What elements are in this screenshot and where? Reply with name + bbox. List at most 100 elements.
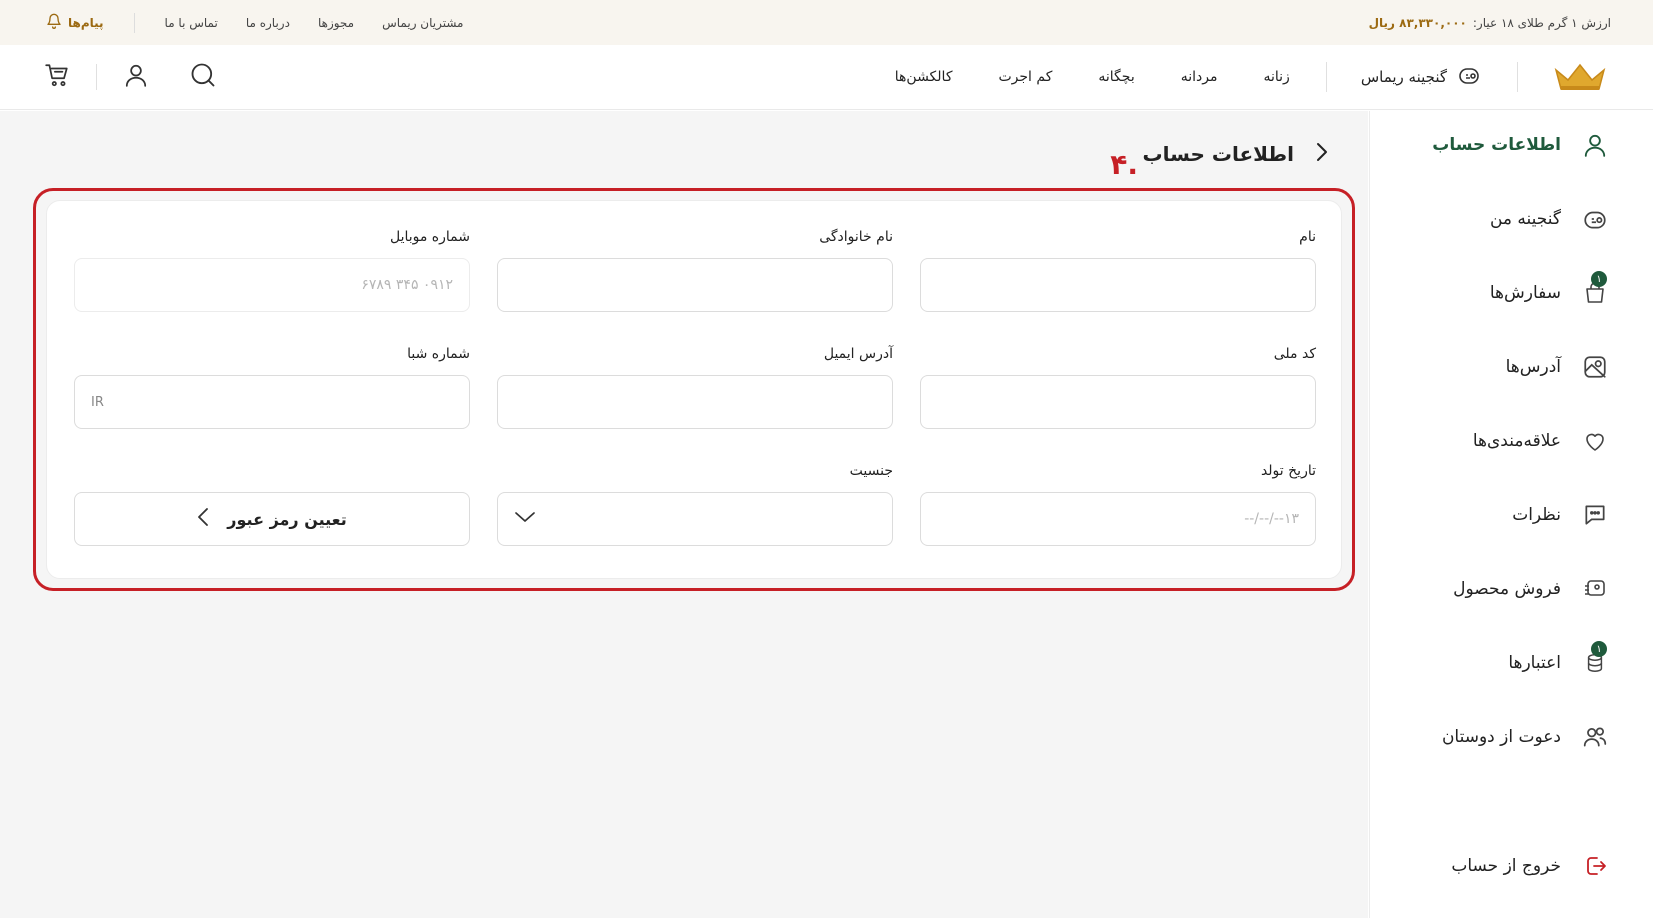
main-nav: زنانه مردانه بچگانه کم اجرت کالکشن‌ها bbox=[895, 69, 1290, 85]
sidebar-item-label: آدرس‌ها bbox=[1505, 357, 1561, 377]
account-form-card: نام نام خانوادگی شماره موبایل ۰۹۱۲ ۳۴۵ ۶… bbox=[46, 200, 1342, 579]
last-name-label: نام خانوادگی bbox=[819, 229, 893, 245]
comment-icon bbox=[1581, 501, 1609, 529]
logout-label: خروج از حساب bbox=[1451, 856, 1561, 876]
nav-men[interactable]: مردانه bbox=[1181, 69, 1218, 85]
sidebar-item-invite-friends[interactable]: دعوت از دوستان bbox=[1442, 717, 1609, 757]
nav-low-fee[interactable]: کم اجرت bbox=[999, 69, 1053, 85]
treasury-icon bbox=[1581, 205, 1609, 233]
divider bbox=[133, 12, 135, 33]
orders-badge: ۱ bbox=[1591, 271, 1607, 287]
topbar: ارزش ۱ گرم طلای ۱۸ عیار: ۸۳,۳۳۰,۰۰۰ ریال… bbox=[0, 0, 1653, 45]
chevron-down-icon bbox=[514, 510, 536, 528]
email-field: آدرس ایمیل bbox=[497, 346, 893, 429]
link-customers[interactable]: مشتریان ریماس bbox=[382, 16, 463, 30]
page: ارزش ۱ گرم طلای ۱۸ عیار: ۸۳,۳۳۰,۰۰۰ ریال… bbox=[0, 0, 1653, 918]
map-icon bbox=[1581, 353, 1609, 381]
credits-badge: ۱ bbox=[1591, 641, 1607, 657]
treasury-label: گنجینه ریماس bbox=[1360, 68, 1447, 86]
email-input[interactable] bbox=[497, 375, 893, 429]
birth-date-label: تاریخ تولد bbox=[1260, 463, 1316, 479]
sidebar-item-label: گنجینه من bbox=[1489, 209, 1561, 229]
header-left bbox=[44, 61, 217, 93]
sidebar-item-favorites[interactable]: علاقه‌مندی‌ها bbox=[1473, 421, 1609, 461]
bell-icon bbox=[46, 13, 62, 32]
gold-price: ارزش ۱ گرم طلای ۱۸ عیار: ۸۳,۳۳۰,۰۰۰ ریال bbox=[1369, 16, 1611, 30]
chevron-left-icon bbox=[197, 507, 209, 531]
sheba-label: شماره شبا bbox=[407, 346, 470, 362]
sidebar-item-label: فروش محصول bbox=[1453, 579, 1561, 599]
sidebar-item-label: اعتبارها bbox=[1508, 653, 1561, 673]
mobile-field: شماره موبایل ۰۹۱۲ ۳۴۵ ۶۷۸۹ bbox=[74, 229, 470, 312]
link-contact[interactable]: تماس با ما bbox=[165, 16, 218, 30]
national-code-input[interactable] bbox=[920, 375, 1316, 429]
messages-label: پیام‌ها bbox=[68, 15, 104, 30]
treasury-link[interactable]: گنجینه ریماس bbox=[1361, 64, 1481, 90]
crown-logo-icon[interactable] bbox=[1552, 60, 1608, 94]
search-icon[interactable] bbox=[189, 61, 217, 93]
divider bbox=[1325, 62, 1327, 92]
sheba-field: شماره شبا IR bbox=[74, 346, 470, 429]
bag-icon: ۱ bbox=[1581, 271, 1609, 307]
national-code-label: کد ملی bbox=[1273, 346, 1316, 362]
cart-icon[interactable] bbox=[44, 62, 70, 92]
set-password-label: تعیین رمز عبور bbox=[227, 509, 347, 529]
coins-icon: ۱ bbox=[1581, 641, 1609, 677]
sidebar-item-label: سفارش‌ها bbox=[1489, 283, 1561, 303]
sell-icon bbox=[1581, 575, 1609, 603]
top-links: مشتریان ریماس مجوزها درباره ما تماس با م… bbox=[46, 12, 463, 33]
nav-collections[interactable]: کالکشن‌ها bbox=[895, 69, 953, 85]
birth-date-input[interactable]: ۱۳--/--/-- bbox=[920, 492, 1316, 546]
main-content: اطلاعات حساب .۴ نام نام خانوادگی شماره م… bbox=[0, 111, 1368, 918]
first-name-input[interactable] bbox=[920, 258, 1316, 312]
divider bbox=[96, 64, 97, 90]
step-number-annotation: .۴ bbox=[1110, 148, 1138, 181]
birth-date-field: تاریخ تولد ۱۳--/--/-- bbox=[920, 463, 1316, 546]
national-code-field: کد ملی bbox=[920, 346, 1316, 429]
messages-button[interactable]: پیام‌ها bbox=[46, 13, 104, 32]
nav-kids[interactable]: بچگانه bbox=[1098, 69, 1134, 85]
gold-price-label: ارزش ۱ گرم طلای ۱۸ عیار: bbox=[1472, 15, 1611, 30]
set-password-field: تعیین رمز عبور bbox=[74, 492, 470, 546]
user-icon bbox=[1581, 131, 1609, 159]
gender-field: جنسیت bbox=[497, 463, 893, 546]
set-password-button[interactable]: تعیین رمز عبور bbox=[74, 492, 470, 546]
heart-icon bbox=[1581, 427, 1609, 455]
sidebar-item-credits[interactable]: ۱ اعتبارها bbox=[1508, 641, 1609, 683]
back-chevron-icon[interactable] bbox=[1314, 140, 1330, 168]
first-name-label: نام bbox=[1299, 229, 1316, 245]
sidebar-item-comments[interactable]: نظرات bbox=[1512, 495, 1609, 535]
last-name-input[interactable] bbox=[497, 258, 893, 312]
mobile-label: شماره موبایل bbox=[389, 229, 470, 245]
gender-label: جنسیت bbox=[849, 463, 893, 479]
sidebar-item-orders[interactable]: ۱ سفارش‌ها bbox=[1489, 271, 1609, 313]
sidebar-item-sell-product[interactable]: فروش محصول bbox=[1453, 569, 1609, 609]
sidebar-item-account-info[interactable]: اطلاعات حساب bbox=[1432, 125, 1609, 165]
logout-icon bbox=[1581, 852, 1609, 880]
sidebar-item-addresses[interactable]: آدرس‌ها bbox=[1506, 347, 1609, 387]
page-header: اطلاعات حساب bbox=[1143, 140, 1330, 168]
treasury-icon bbox=[1457, 64, 1481, 90]
header-right: گنجینه ریماس زنانه مردانه بچگانه کم اجرت… bbox=[895, 60, 1608, 94]
last-name-field: نام خانوادگی bbox=[497, 229, 893, 312]
link-about[interactable]: درباره ما bbox=[246, 16, 290, 30]
user-account-icon[interactable] bbox=[123, 61, 149, 93]
account-sidebar: اطلاعات حساب گنجینه من ۱ سفارش‌ها آدرس‌ه… bbox=[1369, 111, 1653, 918]
users-icon bbox=[1581, 723, 1609, 751]
sidebar-item-label: نظرات bbox=[1512, 505, 1561, 525]
divider bbox=[1517, 62, 1518, 92]
sheba-input[interactable]: IR bbox=[74, 375, 470, 429]
main-header: گنجینه ریماس زنانه مردانه بچگانه کم اجرت… bbox=[0, 45, 1653, 110]
sidebar-item-label: علاقه‌مندی‌ها bbox=[1472, 431, 1561, 451]
email-label: آدرس ایمیل bbox=[823, 346, 893, 362]
mobile-input[interactable]: ۰۹۱۲ ۳۴۵ ۶۷۸۹ bbox=[74, 258, 470, 312]
sidebar-item-my-treasury[interactable]: گنجینه من bbox=[1490, 199, 1609, 239]
gender-select[interactable] bbox=[497, 492, 893, 546]
sidebar-item-label: اطلاعات حساب bbox=[1432, 135, 1561, 155]
nav-women[interactable]: زنانه bbox=[1263, 69, 1289, 85]
sheba-prefix: IR bbox=[91, 394, 104, 410]
sidebar-item-label: دعوت از دوستان bbox=[1441, 727, 1561, 747]
link-licenses[interactable]: مجوزها bbox=[318, 16, 354, 30]
gold-price-value: ۸۳,۳۳۰,۰۰۰ ریال bbox=[1368, 15, 1467, 30]
logout-button[interactable]: خروج از حساب bbox=[1451, 852, 1609, 880]
